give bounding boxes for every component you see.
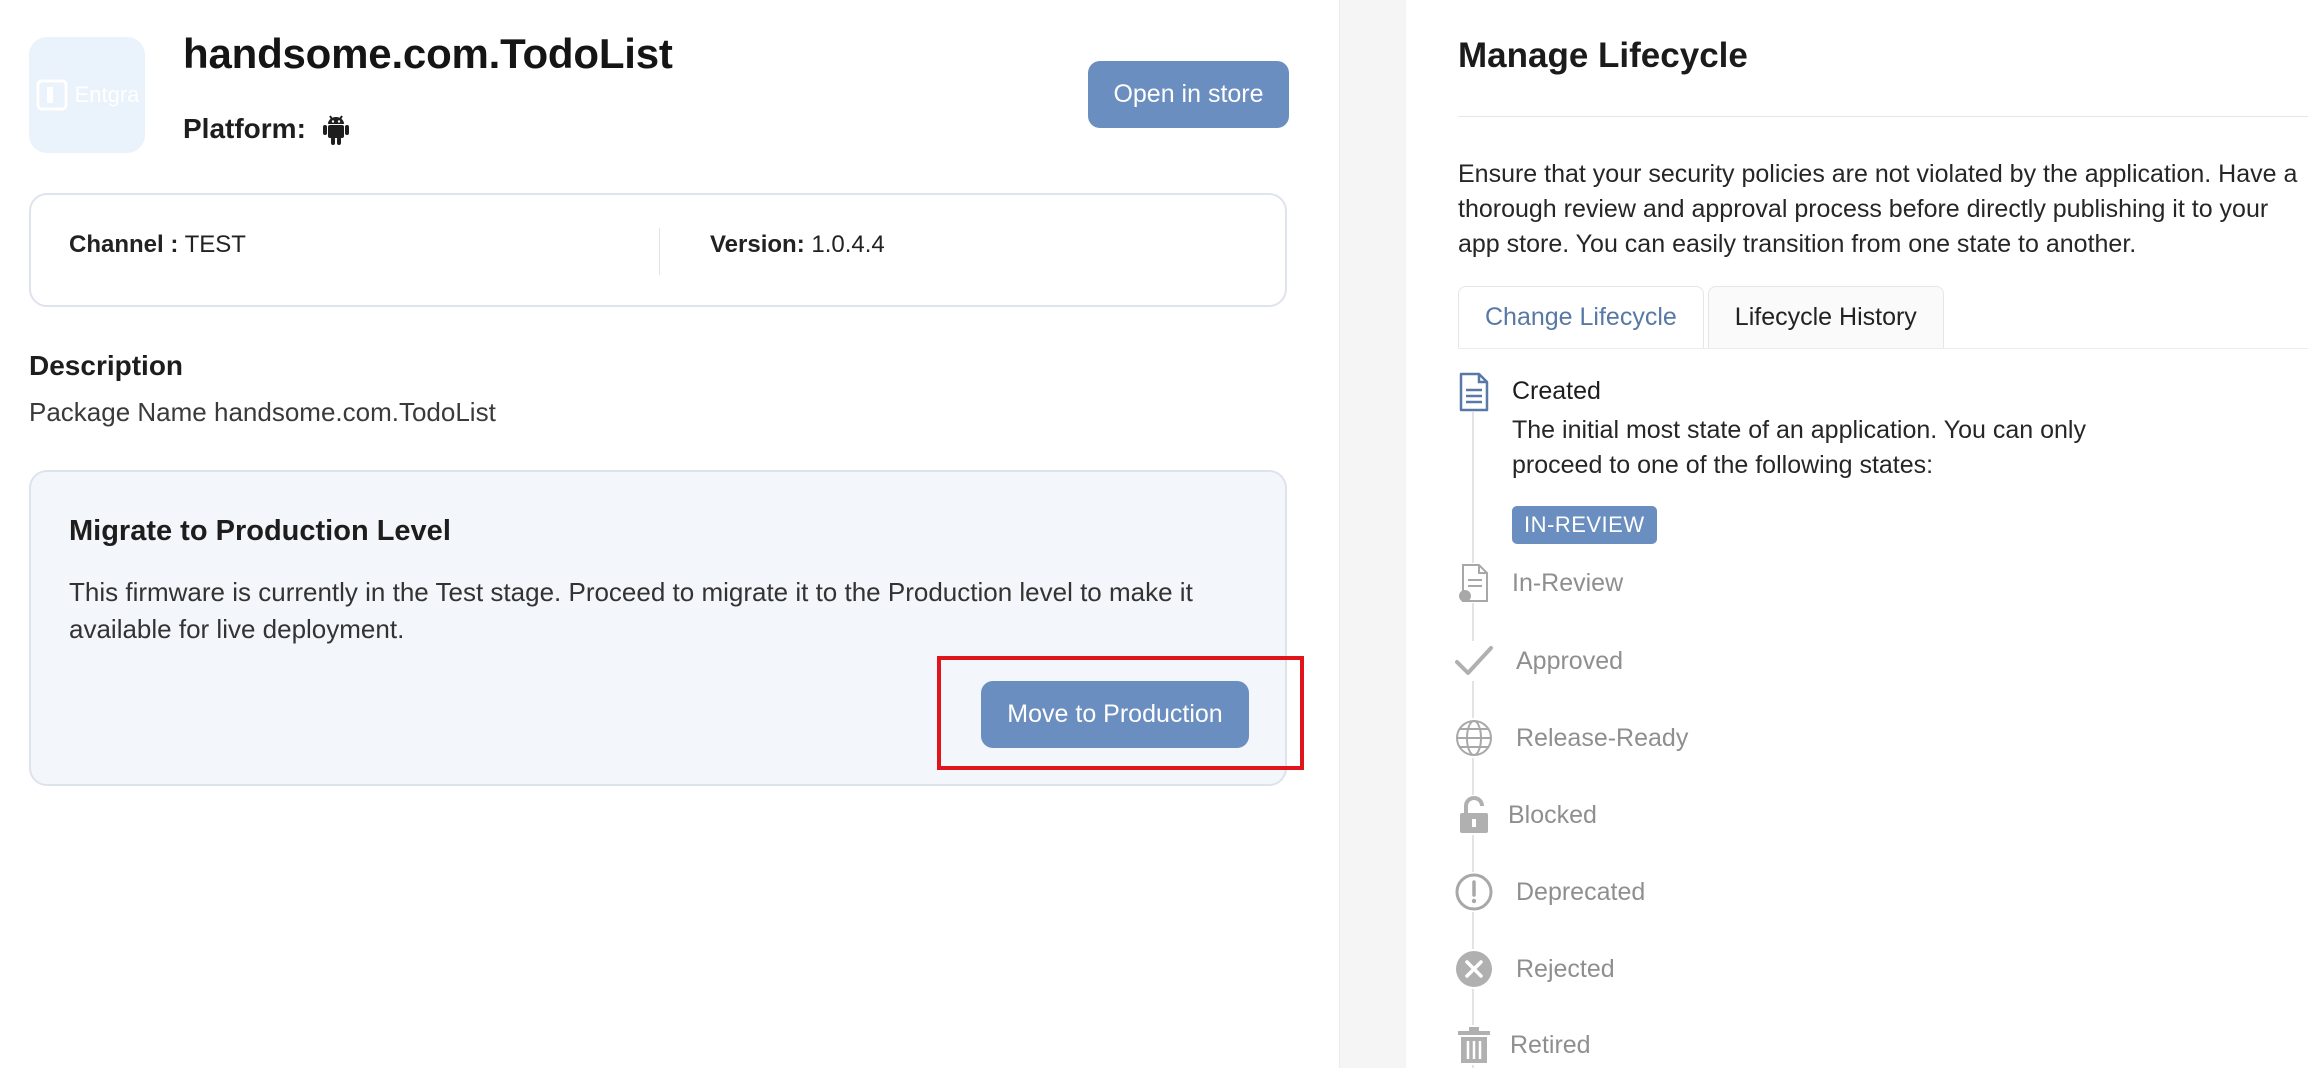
channel-label: Channel : <box>69 231 179 258</box>
version-label: Version: <box>710 231 805 258</box>
next-state-badge[interactable]: IN-REVIEW <box>1512 506 1657 544</box>
lock-icon <box>1454 795 1494 835</box>
info-divider <box>659 228 660 275</box>
platform-label: Platform: <box>183 113 306 144</box>
version-value: 1.0.4.4 <box>811 231 885 258</box>
tab-lifecycle-history[interactable]: Lifecycle History <box>1707 286 1944 348</box>
check-icon <box>1454 641 1494 681</box>
state-label-retired: Retired <box>1510 1030 1591 1059</box>
document-icon <box>1454 372 1494 412</box>
lifecycle-state-release-ready: Release-Ready <box>1454 718 1688 758</box>
state-label-blocked: Blocked <box>1508 800 1597 829</box>
lifecycle-rule <box>1458 116 2308 117</box>
app-title: handsome.com.TodoList <box>183 30 673 77</box>
state-label-deprecated: Deprecated <box>1516 877 1646 906</box>
open-in-store-button[interactable]: Open in store <box>1088 61 1289 128</box>
android-icon <box>322 115 349 145</box>
description-text: Package Name handsome.com.TodoList <box>29 397 496 427</box>
globe-icon <box>1454 718 1494 758</box>
lifecycle-tabs: Change Lifecycle Lifecycle History <box>1458 286 1944 348</box>
version-field: Version: 1.0.4.4 <box>710 231 885 259</box>
channel-value: TEST <box>184 231 246 258</box>
migrate-title: Migrate to Production Level <box>69 515 451 547</box>
app-info-card: Channel : TEST Version: 1.0.4.4 <box>29 193 1287 307</box>
lifecycle-state-in-review: In-Review <box>1454 563 1623 603</box>
app-logo-text: Entgra <box>74 82 140 107</box>
lifecycle-title: Manage Lifecycle <box>1458 36 1748 75</box>
tabs-rule <box>1458 348 2308 349</box>
lifecycle-state-deprecated: Deprecated <box>1454 872 1645 912</box>
migrate-text: This firmware is currently in the Test s… <box>69 577 1193 644</box>
state-label-rejected: Rejected <box>1516 954 1615 983</box>
review-document-icon <box>1454 563 1494 603</box>
state-label-in-review: In-Review <box>1512 568 1624 597</box>
lifecycle-state-rejected: Rejected <box>1454 949 1615 989</box>
exclamation-circle-icon <box>1454 872 1494 912</box>
state-label-approved: Approved <box>1516 646 1624 675</box>
lifecycle-state-blocked: Blocked <box>1454 795 1597 835</box>
current-state-label: Created <box>1512 377 1601 405</box>
lifecycle-state-retired: Retired <box>1454 1025 1591 1065</box>
highlight-box <box>937 656 1304 770</box>
lifecycle-state-approved: Approved <box>1454 641 1623 681</box>
lifecycle-description: Ensure that your security policies are n… <box>1458 160 2298 258</box>
trash-icon <box>1454 1025 1494 1065</box>
app-icon: Entgra <box>29 37 145 153</box>
entgra-logo-icon <box>36 79 68 111</box>
close-circle-icon <box>1454 949 1494 989</box>
current-state-description: The initial most state of an application… <box>1512 416 2086 479</box>
tab-change-lifecycle[interactable]: Change Lifecycle <box>1458 286 1704 348</box>
channel-field: Channel : TEST <box>69 231 246 259</box>
platform-row: Platform: <box>183 112 352 146</box>
description-title: Description <box>29 350 184 381</box>
state-label-release-ready: Release-Ready <box>1516 723 1689 752</box>
lifecycle-state-created <box>1454 372 1494 412</box>
pane-divider[interactable] <box>1339 0 1406 1068</box>
